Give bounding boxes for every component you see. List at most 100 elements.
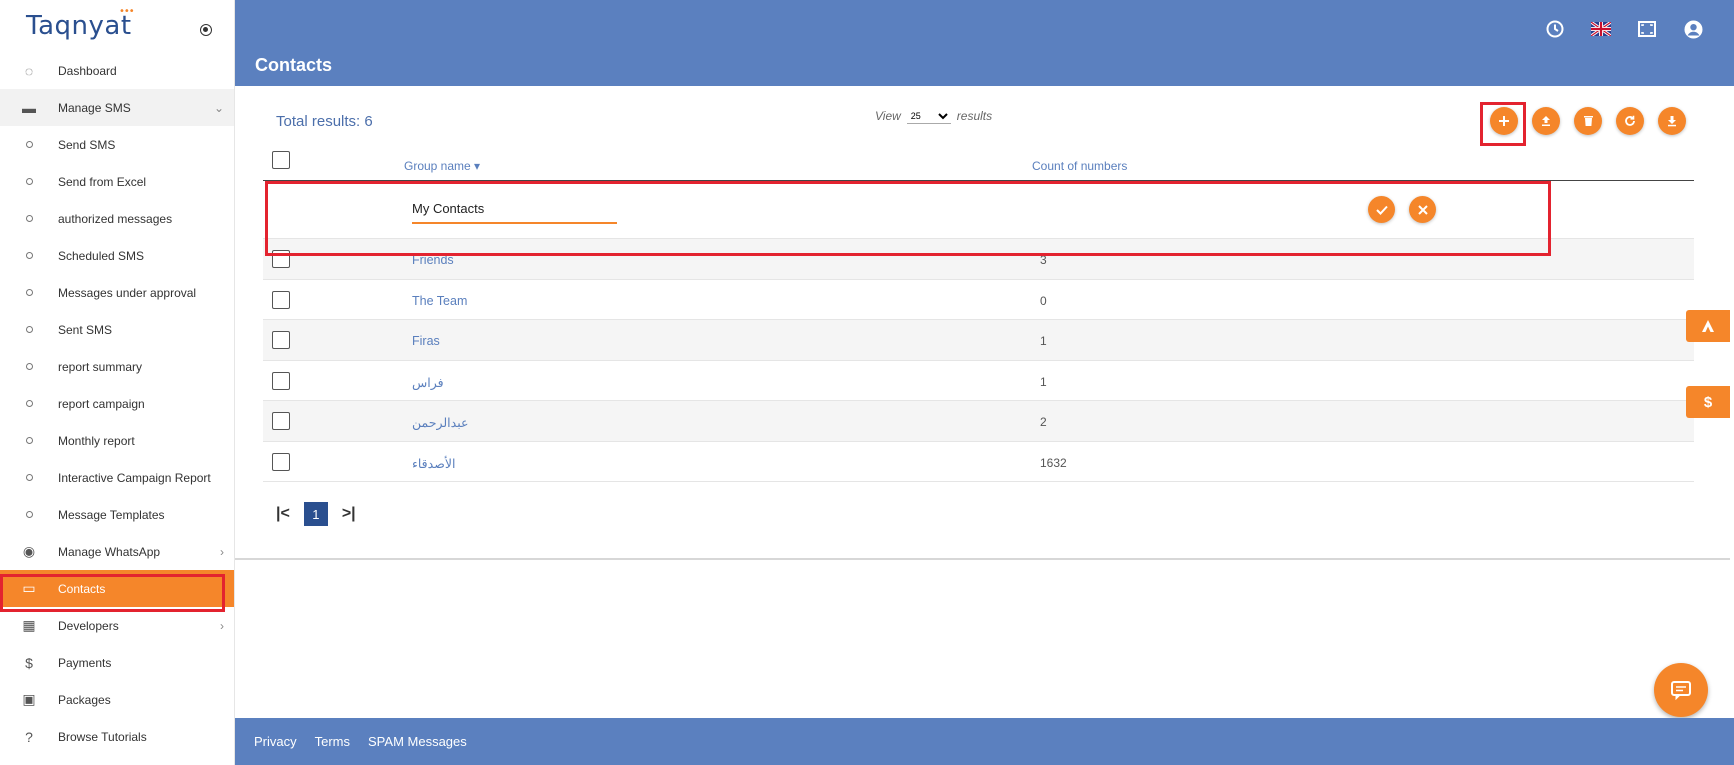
row-checkbox[interactable] bbox=[272, 290, 290, 309]
user-icon[interactable] bbox=[1682, 18, 1704, 40]
chevron-right-icon: › bbox=[220, 544, 224, 559]
count-value: 1 bbox=[1040, 334, 1047, 348]
table-header: Group name ▾ Count of numbers bbox=[263, 143, 1694, 181]
row-checkbox[interactable] bbox=[272, 331, 290, 349]
sidebar-item-contacts[interactable]: ▭ Contacts bbox=[0, 570, 234, 607]
sms-icon: ▬ bbox=[22, 99, 36, 116]
sidebar-item-send-sms[interactable]: Send SMS bbox=[0, 126, 234, 163]
sidebar: Taqnyat ••• ◌ Dashboard ▬ Manage SMS ⌄ S… bbox=[0, 0, 235, 765]
group-name-link[interactable]: Firas bbox=[412, 334, 440, 348]
footer: Privacy Terms SPAM Messages bbox=[235, 718, 1734, 765]
first-page-button[interactable]: |< bbox=[276, 505, 290, 523]
circle-icon bbox=[0, 437, 58, 444]
help-icon: ? bbox=[25, 728, 33, 745]
circle-icon bbox=[0, 511, 58, 518]
total-results: Total results: 6 bbox=[276, 113, 373, 130]
contacts-panel: Total results: 6 View 25 results Group n… bbox=[235, 86, 1730, 560]
table-row: الأصدقاء 1632 bbox=[263, 442, 1694, 482]
new-group-highlight-frame bbox=[265, 181, 1551, 256]
dashboard-icon: ◌ bbox=[24, 62, 34, 79]
refresh-button[interactable] bbox=[1616, 107, 1644, 135]
sidebar-item-manage-whatsapp[interactable]: ◉ Manage WhatsApp › bbox=[0, 533, 234, 570]
circle-icon bbox=[0, 289, 58, 296]
sidebar-item-messages-under-approval[interactable]: Messages under approval bbox=[0, 274, 234, 311]
sidebar-item-send-from-excel[interactable]: Send from Excel bbox=[0, 163, 234, 200]
table-row: Firas 1 bbox=[263, 320, 1694, 361]
sidebar-item-packages[interactable]: ▣ Packages bbox=[0, 681, 234, 718]
sidebar-item-report-campaign[interactable]: report campaign bbox=[0, 385, 234, 422]
column-group-name[interactable]: Group name ▾ bbox=[404, 159, 480, 173]
delete-button[interactable] bbox=[1574, 107, 1602, 135]
page-title: Contacts bbox=[255, 55, 333, 75]
pagination: |< 1 >| bbox=[276, 502, 356, 526]
row-checkbox[interactable] bbox=[272, 452, 290, 471]
count-value: 1 bbox=[1040, 374, 1047, 389]
table-row: فراس 1 bbox=[263, 361, 1694, 401]
feedback-tab-icon[interactable] bbox=[1686, 310, 1730, 342]
table-row: عبدالرحمن 2 bbox=[263, 401, 1694, 442]
uk-flag-icon[interactable] bbox=[1590, 18, 1612, 40]
footer-link-privacy[interactable]: Privacy bbox=[254, 734, 297, 749]
count-value: 0 bbox=[1040, 293, 1047, 308]
count-value: 2 bbox=[1040, 415, 1047, 429]
sidebar-item-developers[interactable]: ▦ Developers › bbox=[0, 607, 234, 644]
row-checkbox[interactable] bbox=[272, 412, 290, 430]
circle-icon bbox=[0, 215, 58, 222]
toolbar-actions bbox=[1490, 107, 1686, 135]
fullscreen-icon[interactable] bbox=[1636, 18, 1658, 40]
column-count-of-numbers[interactable]: Count of numbers bbox=[1032, 159, 1127, 173]
circle-icon bbox=[0, 400, 58, 407]
sidebar-item-browse-tutorials[interactable]: ? Browse Tutorials bbox=[0, 718, 234, 755]
chevron-right-icon: › bbox=[220, 618, 224, 633]
circle-icon bbox=[0, 363, 58, 370]
chat-icon[interactable] bbox=[1654, 663, 1708, 717]
table-row: The Team 0 bbox=[263, 280, 1694, 320]
select-all-checkbox[interactable] bbox=[272, 151, 290, 169]
count-value: 1632 bbox=[1040, 455, 1067, 470]
sidebar-toggle-icon[interactable] bbox=[200, 24, 212, 36]
footer-link-spam[interactable]: SPAM Messages bbox=[368, 734, 467, 749]
balance-tab-dollar-icon[interactable]: $ bbox=[1686, 386, 1730, 418]
sidebar-item-payments[interactable]: $ Payments bbox=[0, 644, 234, 681]
circle-icon bbox=[0, 252, 58, 259]
sidebar-item-dashboard[interactable]: ◌ Dashboard bbox=[0, 52, 234, 89]
sidebar-item-interactive-campaign-report[interactable]: Interactive Campaign Report bbox=[0, 459, 234, 496]
taqnyat-logo[interactable]: Taqnyat ••• bbox=[26, 6, 135, 41]
sort-down-icon: ▾ bbox=[474, 159, 481, 173]
sidebar-item-authorized-messages[interactable]: authorized messages bbox=[0, 200, 234, 237]
circle-icon bbox=[0, 178, 58, 185]
group-name-link[interactable]: فراس bbox=[412, 375, 444, 390]
table-body: Friends 3 The Team 0 Firas 1 فراس 1 عبدا… bbox=[263, 239, 1694, 482]
page-size-select[interactable]: 25 bbox=[906, 108, 951, 124]
page-number-current[interactable]: 1 bbox=[303, 502, 328, 526]
developers-icon: ▦ bbox=[22, 617, 36, 633]
sidebar-item-report-summary[interactable]: report summary bbox=[0, 348, 234, 385]
download-button[interactable] bbox=[1658, 107, 1686, 135]
circle-icon bbox=[0, 326, 58, 333]
sidebar-item-message-templates[interactable]: Message Templates bbox=[0, 496, 234, 533]
sidebar-item-sent-sms[interactable]: Sent SMS bbox=[0, 311, 234, 348]
circle-icon bbox=[0, 141, 58, 148]
dollar-icon: $ bbox=[25, 654, 33, 671]
book-icon: ▭ bbox=[22, 580, 36, 596]
group-name-link[interactable]: الأصدقاء bbox=[412, 456, 455, 471]
header-icons bbox=[1544, 18, 1704, 40]
top-header: Contacts bbox=[235, 0, 1734, 86]
whatsapp-icon: ◉ bbox=[22, 543, 36, 559]
row-checkbox[interactable] bbox=[272, 371, 290, 390]
clock-icon[interactable] bbox=[1544, 18, 1566, 40]
group-name-link[interactable]: The Team bbox=[412, 294, 467, 308]
package-icon: ▣ bbox=[22, 691, 36, 707]
page-size-control: View 25 results bbox=[875, 108, 992, 124]
add-group-button[interactable] bbox=[1490, 107, 1518, 135]
sidebar-item-scheduled-sms[interactable]: Scheduled SMS bbox=[0, 237, 234, 274]
circle-icon bbox=[0, 474, 58, 481]
upload-button[interactable] bbox=[1532, 107, 1560, 135]
footer-link-terms[interactable]: Terms bbox=[315, 734, 350, 749]
sidebar-nav: ◌ Dashboard ▬ Manage SMS ⌄ Send SMS Send… bbox=[0, 52, 234, 755]
last-page-button[interactable]: >| bbox=[342, 505, 356, 523]
sidebar-item-monthly-report[interactable]: Monthly report bbox=[0, 422, 234, 459]
sidebar-item-manage-sms[interactable]: ▬ Manage SMS ⌄ bbox=[0, 89, 234, 126]
group-name-link[interactable]: عبدالرحمن bbox=[412, 415, 468, 430]
chevron-down-icon: ⌄ bbox=[213, 100, 224, 115]
